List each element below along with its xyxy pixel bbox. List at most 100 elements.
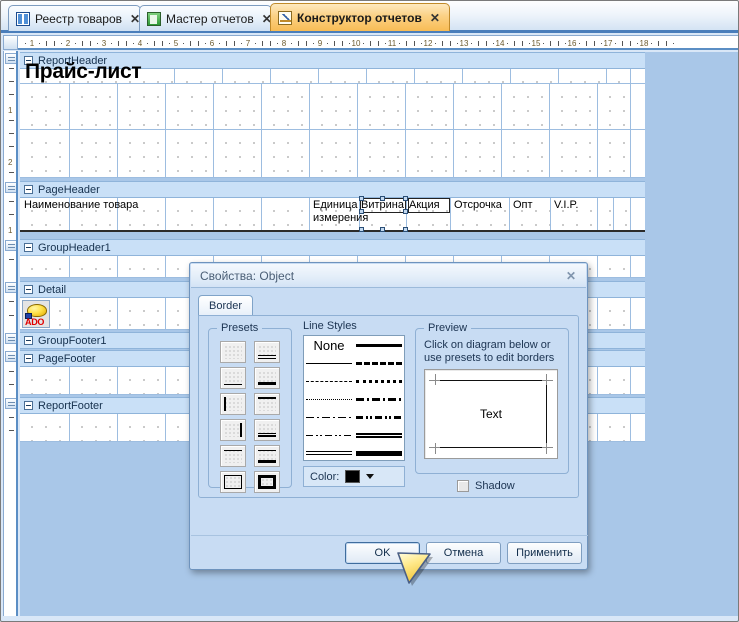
preset-bottom-double-button[interactable] bbox=[254, 419, 280, 441]
line-styles-list[interactable]: None bbox=[303, 335, 405, 461]
preset-double-bottom-button[interactable] bbox=[254, 341, 280, 363]
preset-top-thick-button[interactable] bbox=[254, 393, 280, 415]
shadow-checkbox[interactable] bbox=[457, 480, 469, 492]
line-style-none[interactable]: None bbox=[304, 336, 354, 354]
chevron-down-icon[interactable] bbox=[366, 474, 375, 479]
shadow-checkbox-row[interactable]: Shadow bbox=[457, 480, 515, 492]
band-grip[interactable] bbox=[5, 240, 16, 251]
band-grip[interactable] bbox=[5, 351, 16, 362]
selection-handle[interactable] bbox=[359, 196, 364, 201]
tab-reestr-tovarov[interactable]: Реестр товаров ✕ bbox=[8, 5, 141, 31]
collapse-icon[interactable] bbox=[24, 336, 33, 345]
collapse-icon[interactable] bbox=[24, 185, 33, 194]
selection-handle[interactable] bbox=[403, 209, 408, 214]
band-header-reportheader[interactable]: ReportHeader bbox=[20, 52, 645, 69]
preview-diagram[interactable]: Text bbox=[424, 369, 558, 459]
preset-right-thick-button[interactable] bbox=[220, 419, 246, 441]
ruler-minor-tick bbox=[24, 43, 26, 44]
selection-handle[interactable] bbox=[380, 196, 385, 201]
tab-master-otchetov[interactable]: Мастер отчетов ✕ bbox=[139, 5, 272, 31]
grid-row bbox=[20, 84, 645, 129]
band-grip[interactable] bbox=[5, 182, 16, 193]
ruler-minor-tick bbox=[406, 41, 408, 46]
ruler-minor-tick bbox=[543, 43, 545, 44]
ruler-minor-tick bbox=[327, 43, 329, 44]
ruler-minor-tick bbox=[629, 41, 631, 46]
tab-border[interactable]: Border bbox=[198, 295, 254, 316]
preset-none-button[interactable] bbox=[220, 341, 246, 363]
dialog-title-bar[interactable]: Свойства: Object ✕ bbox=[191, 264, 586, 288]
band-body-reportheader-row2[interactable] bbox=[20, 130, 645, 178]
selection-handle[interactable] bbox=[403, 196, 408, 201]
line-style-extra-thick[interactable] bbox=[354, 444, 404, 462]
line-style-double-thin[interactable] bbox=[304, 444, 354, 462]
line-style-double-thick[interactable] bbox=[354, 426, 404, 444]
band-grip[interactable] bbox=[5, 53, 16, 64]
ruler-minor-tick bbox=[111, 43, 113, 44]
preset-left-thick-button[interactable] bbox=[220, 393, 246, 415]
ado-dataset-icon[interactable]: ADO bbox=[22, 300, 50, 328]
ruler-minor-tick bbox=[9, 430, 14, 431]
collapse-icon[interactable] bbox=[24, 243, 33, 252]
collapse-icon[interactable] bbox=[24, 354, 33, 363]
vertical-ruler[interactable]: 1 2 1 bbox=[3, 51, 18, 616]
band-label: ReportHeader bbox=[38, 54, 108, 67]
line-style-dashdot-thin[interactable] bbox=[304, 408, 354, 426]
ruler-tick-label: 15 bbox=[531, 39, 541, 48]
selection-handle[interactable] bbox=[359, 227, 364, 232]
preset-box-thick-button[interactable] bbox=[254, 471, 280, 493]
band-body-pageheader[interactable]: Наименование товара Единица измерения Ви… bbox=[20, 196, 645, 232]
color-selector[interactable]: Color: bbox=[303, 466, 405, 487]
ok-button[interactable]: OK bbox=[345, 542, 420, 564]
line-style-solid-thick[interactable] bbox=[354, 336, 404, 354]
close-icon[interactable]: ✕ bbox=[560, 267, 582, 285]
preset-top-thin-button[interactable] bbox=[220, 445, 246, 467]
ruler-minor-tick bbox=[507, 43, 509, 44]
ruler-minor-tick bbox=[9, 146, 14, 147]
line-style-dot-thin[interactable] bbox=[304, 390, 354, 408]
preset-box-thin-button[interactable] bbox=[220, 471, 246, 493]
preset-bottom-thin-button[interactable] bbox=[220, 367, 246, 389]
band-body-reportheader-row0[interactable]: Прайс-лист bbox=[20, 61, 645, 84]
line-style-dash-thin[interactable] bbox=[304, 372, 354, 390]
ruler-tick-label: 1 bbox=[29, 39, 35, 48]
band-grip[interactable] bbox=[5, 282, 16, 293]
band-grip[interactable] bbox=[5, 333, 16, 344]
horizontal-ruler[interactable]: 1 2 3 4 5 6 7 8 9 10 11 12 13 14 15 16 17 18 bbox=[18, 35, 739, 50]
collapse-icon[interactable] bbox=[24, 56, 33, 65]
ruler-minor-tick bbox=[96, 43, 98, 44]
band-header-groupheader1[interactable]: GroupHeader1 bbox=[20, 239, 645, 256]
line-style-dashdot-thick[interactable] bbox=[354, 390, 404, 408]
properties-dialog[interactable]: Свойства: Object ✕ Border Presets Line S… bbox=[189, 262, 588, 570]
collapse-icon[interactable] bbox=[24, 285, 33, 294]
line-style-dashdotdot-thin[interactable] bbox=[304, 426, 354, 444]
color-swatch[interactable] bbox=[345, 470, 361, 483]
apply-button[interactable]: Применить bbox=[507, 542, 582, 564]
ruler-minor-tick bbox=[9, 384, 14, 385]
band-header-pageheader[interactable]: PageHeader bbox=[20, 181, 645, 198]
preset-bottom-thick-button[interactable] bbox=[254, 367, 280, 389]
line-style-dot-thick[interactable] bbox=[354, 372, 404, 390]
close-icon[interactable]: ✕ bbox=[430, 12, 440, 24]
preview-text: Text bbox=[479, 407, 502, 421]
border-tab-panel: Presets Line Styles None Color: Preview … bbox=[198, 315, 579, 498]
preset-top-bottom-button[interactable] bbox=[254, 445, 280, 467]
ruler-minor-tick bbox=[564, 43, 566, 44]
line-style-solid-thin[interactable] bbox=[304, 354, 354, 372]
selection-handle[interactable] bbox=[380, 227, 385, 232]
selection-handle[interactable] bbox=[359, 209, 364, 214]
ruler-minor-tick bbox=[240, 43, 242, 44]
ruler-minor-tick bbox=[154, 41, 156, 46]
ruler-tick-label: 13 bbox=[459, 39, 469, 48]
ruler-minor-tick bbox=[132, 43, 134, 44]
collapse-icon[interactable] bbox=[24, 401, 33, 410]
band-body-reportheader-row1[interactable] bbox=[20, 84, 645, 130]
tab-label: Мастер отчетов bbox=[166, 11, 254, 26]
line-style-dash-thick[interactable] bbox=[354, 354, 404, 372]
tab-konstruktor-otchetov[interactable]: Конструктор отчетов ✕ bbox=[270, 3, 450, 31]
ruler-minor-tick bbox=[514, 41, 516, 46]
line-style-dashdotdot-thick[interactable] bbox=[354, 408, 404, 426]
selection-handle[interactable] bbox=[403, 227, 408, 232]
band-grip[interactable] bbox=[5, 398, 16, 409]
cancel-button[interactable]: Отмена bbox=[426, 542, 501, 564]
